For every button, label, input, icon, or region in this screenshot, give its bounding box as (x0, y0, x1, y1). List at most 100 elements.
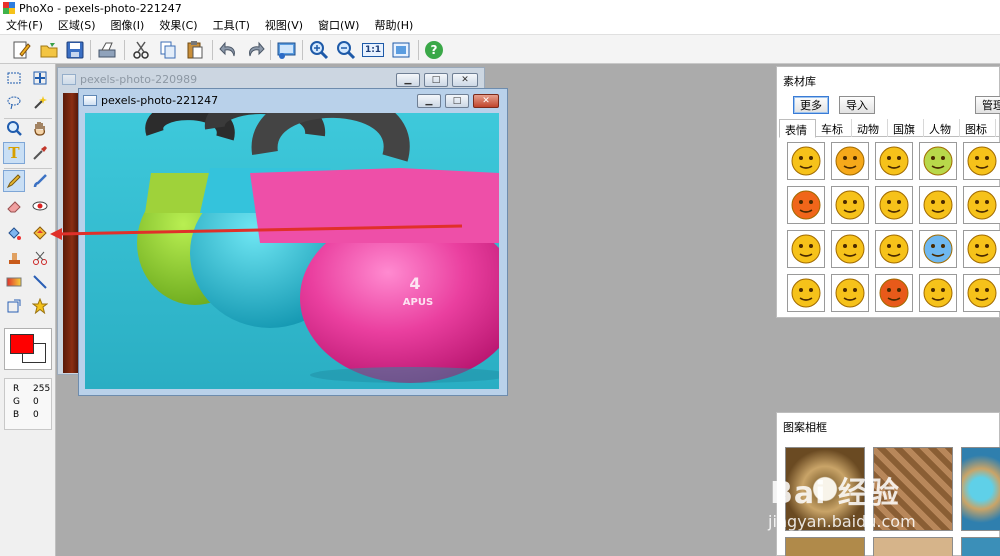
undo-icon[interactable] (218, 39, 240, 61)
gradient-icon[interactable] (3, 271, 25, 293)
move-selection-icon[interactable] (29, 67, 51, 89)
paste-icon[interactable] (184, 39, 206, 61)
open-folder-icon[interactable] (38, 39, 60, 61)
menu-view[interactable]: 视图(V) (265, 17, 303, 33)
lasso-icon[interactable] (3, 91, 25, 113)
red-eye-icon[interactable] (29, 195, 51, 217)
fill-bucket-icon[interactable] (3, 222, 25, 244)
rgb-readout: R 255 G 0 B 0 (4, 378, 52, 430)
menu-image[interactable]: 图像(I) (111, 17, 145, 33)
frame-thumbnail[interactable] (785, 537, 865, 556)
new-file-icon[interactable] (10, 39, 32, 61)
emoticon-face-icon (791, 146, 821, 176)
screen-capture-icon[interactable] (276, 39, 298, 61)
tab-animals[interactable]: 动物 (852, 119, 888, 137)
emoticon-thumbnail[interactable] (787, 274, 825, 312)
minimize-button[interactable]: ▁ (396, 73, 420, 87)
emoticon-thumbnail[interactable] (875, 186, 913, 224)
emoticon-face-icon (923, 278, 953, 308)
eyedropper-icon[interactable] (29, 142, 51, 164)
more-button[interactable]: 更多 (793, 96, 829, 114)
color-picker[interactable] (4, 328, 52, 370)
emoticon-face-icon (879, 234, 909, 264)
tab-car-logos[interactable]: 车标 (816, 119, 852, 137)
emoticon-thumbnail[interactable] (963, 274, 1000, 312)
emoticon-thumbnail[interactable] (919, 186, 957, 224)
transform-icon[interactable] (3, 295, 25, 317)
pencil-icon[interactable] (3, 170, 25, 192)
menu-file[interactable]: 文件(F) (6, 17, 43, 33)
rgb-g-label: G (13, 397, 20, 407)
emoticon-thumbnail[interactable] (919, 230, 957, 268)
emoticon-thumbnail[interactable] (875, 230, 913, 268)
brush-icon[interactable] (29, 170, 51, 192)
rect-select-icon[interactable] (3, 67, 25, 89)
tab-icons[interactable]: 图标 (960, 119, 996, 137)
menu-tools[interactable]: 工具(T) (213, 17, 250, 33)
sticker-library-panel: 素材库 更多 导入 管理 表情 车标 动物 国旗 人物 图标 (776, 66, 1000, 318)
menu-effects[interactable]: 效果(C) (159, 17, 197, 33)
frame-thumbnail[interactable] (873, 537, 953, 556)
copy-icon[interactable] (157, 39, 179, 61)
save-icon[interactable] (64, 39, 86, 61)
emoticon-face-icon (791, 234, 821, 264)
line-icon[interactable] (29, 271, 51, 293)
fit-window-icon[interactable] (390, 39, 412, 61)
hand-icon[interactable] (29, 117, 51, 139)
help-icon[interactable]: ? (423, 39, 445, 61)
close-button[interactable]: ✕ (473, 94, 499, 108)
emoticon-thumbnail[interactable] (875, 142, 913, 180)
emoticon-face-icon (835, 234, 865, 264)
emoticon-thumbnail[interactable] (963, 186, 1000, 224)
manage-button[interactable]: 管理 (975, 96, 1000, 114)
tab-people[interactable]: 人物 (924, 119, 960, 137)
emoticon-thumbnail[interactable] (787, 142, 825, 180)
redo-icon[interactable] (244, 39, 266, 61)
main-toolbar: 1:1 ? (0, 34, 1000, 64)
emoticon-face-icon (879, 146, 909, 176)
document-canvas[interactable]: 4 APUS (85, 113, 499, 389)
scan-icon[interactable] (96, 39, 118, 61)
close-button[interactable]: ✕ (452, 73, 478, 87)
import-button[interactable]: 导入 (839, 96, 875, 114)
zoom-icon[interactable] (3, 117, 25, 139)
actual-size-icon[interactable]: 1:1 (361, 39, 385, 61)
zoom-in-icon[interactable] (308, 39, 330, 61)
emoticon-thumbnail[interactable] (919, 274, 957, 312)
emoticon-thumbnail[interactable] (831, 142, 869, 180)
kettlebell-photo: 4 APUS (85, 113, 499, 389)
menu-region[interactable]: 区域(S) (58, 17, 96, 33)
magic-wand-icon[interactable] (29, 91, 51, 113)
emoticon-thumbnail[interactable] (831, 186, 869, 224)
emoticon-thumbnail[interactable] (963, 142, 1000, 180)
clone-stamp-icon[interactable] (3, 247, 25, 269)
photo-brand-text: APUS (403, 297, 433, 308)
emoticon-thumbnail[interactable] (963, 230, 1000, 268)
maximize-button[interactable]: □ (424, 73, 448, 87)
emoticon-thumbnail[interactable] (787, 230, 825, 268)
eraser-icon[interactable] (3, 195, 25, 217)
emoticon-face-icon (967, 146, 997, 176)
menu-window[interactable]: 窗口(W) (318, 17, 359, 33)
emoticon-face-icon (835, 190, 865, 220)
emoticon-thumbnail[interactable] (831, 274, 869, 312)
emoticon-thumbnail[interactable] (875, 274, 913, 312)
minimize-button[interactable]: ▁ (417, 94, 441, 108)
maximize-button[interactable]: □ (445, 94, 469, 108)
tab-flags[interactable]: 国旗 (888, 119, 924, 137)
zoom-out-icon[interactable] (335, 39, 357, 61)
frame-thumbnail[interactable] (961, 537, 1000, 556)
document-titlebar[interactable]: pexels-photo-221247 (79, 89, 507, 111)
document-titlebar[interactable]: pexels-photo-220989 (58, 68, 484, 90)
cut-icon[interactable] (130, 39, 152, 61)
emoticon-thumbnail[interactable] (787, 186, 825, 224)
text-icon[interactable]: T (3, 142, 25, 164)
menu-help[interactable]: 帮助(H) (374, 17, 413, 33)
shape-star-icon[interactable] (29, 295, 51, 317)
tab-emoticons[interactable]: 表情 (779, 119, 816, 138)
emoticon-thumbnail[interactable] (831, 230, 869, 268)
scissors-icon[interactable] (29, 247, 51, 269)
foreground-color-swatch[interactable] (10, 334, 34, 354)
emoticon-thumbnail[interactable] (919, 142, 957, 180)
frame-thumbnail[interactable] (961, 447, 1000, 531)
